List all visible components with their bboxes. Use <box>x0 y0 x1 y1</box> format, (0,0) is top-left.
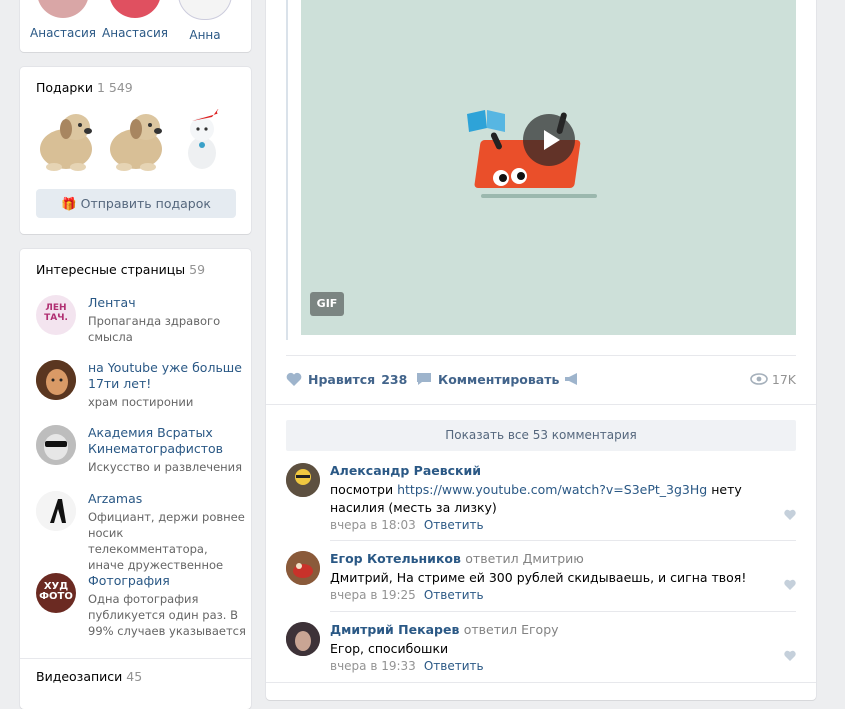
commenter-avatar-icon <box>286 463 320 497</box>
page-description: Пропаганда здравого смысла <box>88 314 221 344</box>
page-description: храм постиронии <box>88 395 194 409</box>
views-count: 17K <box>771 372 796 387</box>
reply-button[interactable]: Ответить <box>424 518 484 532</box>
friend-name[interactable]: Анастасия <box>100 26 170 40</box>
gif-label: GIF <box>310 292 344 316</box>
pages-header[interactable]: Интересные страницы 59 <box>36 262 205 277</box>
page-description: Искусство и развлечения <box>88 460 243 474</box>
page-avatar[interactable]: ХУД ФОТО <box>36 573 76 613</box>
page-name[interactable]: Фотография <box>88 573 246 589</box>
sunglasses-face-icon <box>36 425 76 465</box>
page-avatar[interactable] <box>36 425 76 465</box>
divider <box>266 404 816 405</box>
videos-title[interactable]: Видеозаписи <box>36 669 122 684</box>
santa-dog-gift-icon[interactable] <box>178 107 228 173</box>
comment-author[interactable]: Александр Раевский <box>330 463 481 478</box>
page-name[interactable]: Лентач <box>88 295 246 311</box>
comment-label[interactable]: Комментировать <box>438 372 559 387</box>
comment-button[interactable]: Комментировать <box>416 372 559 387</box>
avatar[interactable] <box>109 0 161 18</box>
arzamas-logo-icon <box>36 491 76 531</box>
avatar[interactable] <box>178 0 232 20</box>
eye-icon <box>750 373 768 385</box>
commenter-avatar-icon <box>286 622 320 656</box>
likes-count[interactable]: 238 <box>381 372 407 387</box>
page-name[interactable]: на Youtube уже больше 17ти лет! <box>88 360 246 392</box>
page-description: Одна фотография публикуется один раз. В … <box>88 592 246 638</box>
comment-text: Дмитрий, На стриме ей 300 рублей скидыва… <box>330 570 747 585</box>
comment-separator <box>330 540 796 541</box>
dog-gift-icon[interactable] <box>106 107 170 173</box>
post-card: GIF Нравится 238 Комментировать 17K Показ… <box>266 0 816 700</box>
friend-item[interactable]: Анастасия <box>100 0 170 40</box>
reply-button[interactable]: Ответить <box>424 659 484 673</box>
reply-to[interactable]: ответил Егору <box>464 622 559 637</box>
page-avatar[interactable] <box>36 360 76 400</box>
repost-line <box>286 0 288 340</box>
pages-count: 59 <box>189 262 206 277</box>
page-description: Официант, держи ровнее носик телекоммент… <box>88 510 245 572</box>
friend-item[interactable]: Анастасия <box>28 0 98 40</box>
show-all-comments-button[interactable]: Показать все 53 комментария <box>286 420 796 451</box>
face-icon <box>36 360 76 400</box>
send-gift-label[interactable]: Отправить подарок <box>81 196 211 211</box>
reply-button[interactable]: Ответить <box>424 588 484 602</box>
divider <box>20 658 251 659</box>
post-actions: Нравится 238 Комментировать 17K <box>286 355 796 404</box>
comment-time[interactable]: вчера в 18:03 <box>330 518 416 532</box>
page-avatar[interactable]: ЛЕН ТАЧ. <box>36 295 76 335</box>
play-icon <box>544 130 560 150</box>
megaphone-icon <box>565 373 577 385</box>
page-name[interactable]: Академия Всратых Кинематографистов <box>88 425 246 457</box>
avatar[interactable] <box>286 551 320 585</box>
reply-to[interactable]: ответил Дмитрию <box>465 551 584 566</box>
videos-count: 45 <box>126 669 143 684</box>
gifts-header[interactable]: Подарки 1 549 <box>36 80 133 95</box>
comment-author[interactable]: Егор Котельников <box>330 551 461 566</box>
friend-item[interactable]: Анна <box>170 0 240 42</box>
friends-card: Анастасия Анастасия Анна <box>20 0 251 52</box>
like-label[interactable]: Нравится <box>308 372 375 387</box>
comment-time[interactable]: вчера в 19:33 <box>330 659 416 673</box>
send-gift-button[interactable]: 🎁 Отправить подарок <box>36 189 236 218</box>
heart-icon[interactable] <box>784 579 796 590</box>
page-avatar[interactable] <box>36 491 76 531</box>
videos-header[interactable]: Видеозаписи 45 <box>36 669 142 684</box>
play-button[interactable] <box>523 114 575 166</box>
comment-time[interactable]: вчера в 19:25 <box>330 588 416 602</box>
comment-author[interactable]: Дмитрий Пекарев <box>330 622 459 637</box>
page-name[interactable]: Arzamas <box>88 491 246 507</box>
avatar[interactable] <box>37 0 89 18</box>
comment-separator <box>330 611 796 612</box>
friend-name[interactable]: Анастасия <box>28 26 98 40</box>
comment-text: Егор, спосибошки <box>330 641 449 656</box>
friend-name[interactable]: Анна <box>170 28 240 42</box>
share-button[interactable] <box>564 372 580 387</box>
like-button[interactable]: Нравится 238 <box>286 372 407 387</box>
gifts-card: Подарки 1 549 🎁 Отправить подарок <box>20 67 251 234</box>
gifts-count: 1 549 <box>96 80 133 95</box>
divider <box>266 682 816 683</box>
gif-player[interactable]: GIF <box>301 0 796 335</box>
comment-text: посмотри https://www.youtube.com/watch?v… <box>330 482 742 515</box>
comment-link[interactable]: https://www.youtube.com/watch?v=S3ePt_3g… <box>397 482 707 497</box>
avatar[interactable] <box>286 622 320 656</box>
commenter-avatar-icon <box>286 551 320 585</box>
gift-icon: 🎁 <box>61 196 77 211</box>
gifts-title[interactable]: Подарки <box>36 80 93 95</box>
avatar[interactable] <box>286 463 320 497</box>
views-counter: 17K <box>750 372 796 387</box>
dog-gift-icon[interactable] <box>36 107 100 173</box>
heart-icon[interactable] <box>784 509 796 520</box>
comment-icon <box>417 373 431 385</box>
interesting-pages-card: Интересные страницы 59 ЛЕН ТАЧ. Лентач Пр… <box>20 249 251 709</box>
heart-icon <box>286 372 302 386</box>
pages-title[interactable]: Интересные страницы <box>36 262 185 277</box>
heart-icon[interactable] <box>784 650 796 661</box>
